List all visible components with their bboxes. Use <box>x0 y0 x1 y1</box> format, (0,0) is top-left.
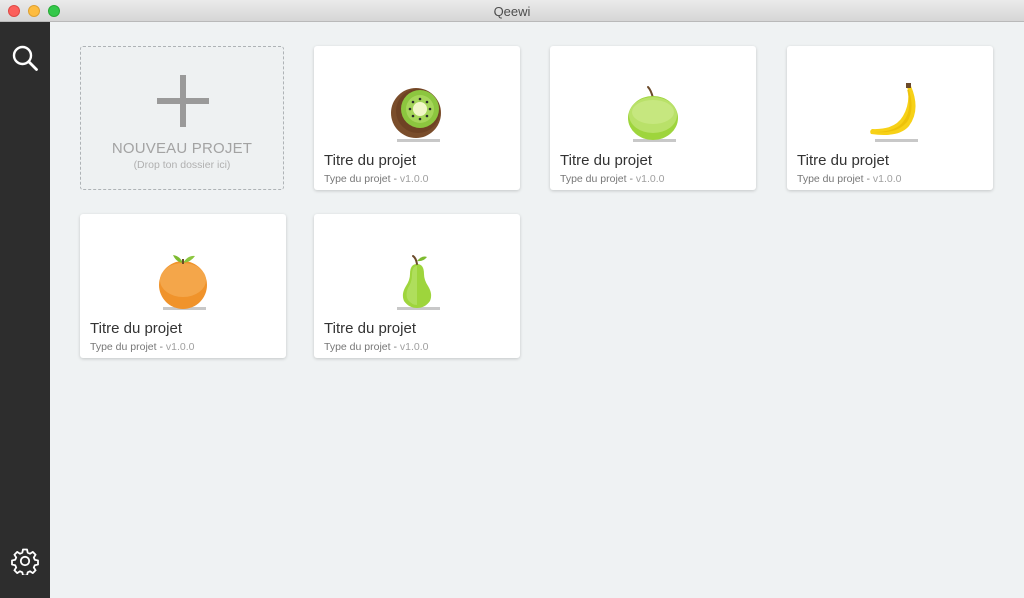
apple-icon <box>628 86 678 142</box>
project-subtitle: Type du projet - v1.0.0 <box>324 341 428 353</box>
project-type: Type du projet - <box>324 173 400 185</box>
app-window: Qeewi NOUVEAU PROJET (Drop ton dossier i… <box>0 0 1024 598</box>
project-title: Titre du projet <box>324 320 416 337</box>
project-version: v1.0.0 <box>635 173 665 185</box>
project-subtitle: Type du projet - v1.0.0 <box>324 173 428 185</box>
project-version: v1.0.0 <box>399 173 429 185</box>
search-icon[interactable] <box>11 44 39 72</box>
title-bar: Qeewi <box>0 0 1024 22</box>
project-type: Type du projet - <box>797 173 873 185</box>
project-card[interactable]: Titre du projet Type du projet - v1.0.0 <box>550 46 756 190</box>
project-subtitle: Type du projet - v1.0.0 <box>90 341 194 353</box>
project-type: Type du projet - <box>560 173 636 185</box>
sidebar <box>0 22 50 598</box>
pear-icon <box>397 255 440 310</box>
project-subtitle: Type du projet - v1.0.0 <box>560 173 664 185</box>
plus-icon <box>157 75 209 127</box>
gear-icon[interactable] <box>11 547 39 575</box>
project-type: Type du projet - <box>90 341 166 353</box>
project-card[interactable]: Titre du projet Type du projet - v1.0.0 <box>314 214 520 358</box>
project-type: Type du projet - <box>324 341 400 353</box>
new-project-hint: (Drop ton dossier ici) <box>133 159 231 171</box>
kiwi-icon <box>391 88 441 142</box>
new-project-dropzone[interactable]: NOUVEAU PROJET (Drop ton dossier ici) <box>80 46 284 190</box>
project-version: v1.0.0 <box>872 173 902 185</box>
project-version: v1.0.0 <box>165 341 195 353</box>
project-title: Titre du projet <box>797 152 889 169</box>
banana-icon <box>870 83 918 142</box>
project-version: v1.0.0 <box>399 341 429 353</box>
project-title: Titre du projet <box>560 152 652 169</box>
window-title: Qeewi <box>493 4 531 19</box>
orange-icon <box>159 255 207 310</box>
project-title: Titre du projet <box>324 152 416 169</box>
project-card[interactable]: Titre du projet Type du projet - v1.0.0 <box>314 46 520 190</box>
project-card[interactable]: Titre du projet Type du projet - v1.0.0 <box>80 214 286 358</box>
project-title: Titre du projet <box>90 320 182 337</box>
project-subtitle: Type du projet - v1.0.0 <box>797 173 901 185</box>
new-project-title: NOUVEAU PROJET <box>111 140 253 157</box>
project-card[interactable]: Titre du projet Type du projet - v1.0.0 <box>787 46 993 190</box>
